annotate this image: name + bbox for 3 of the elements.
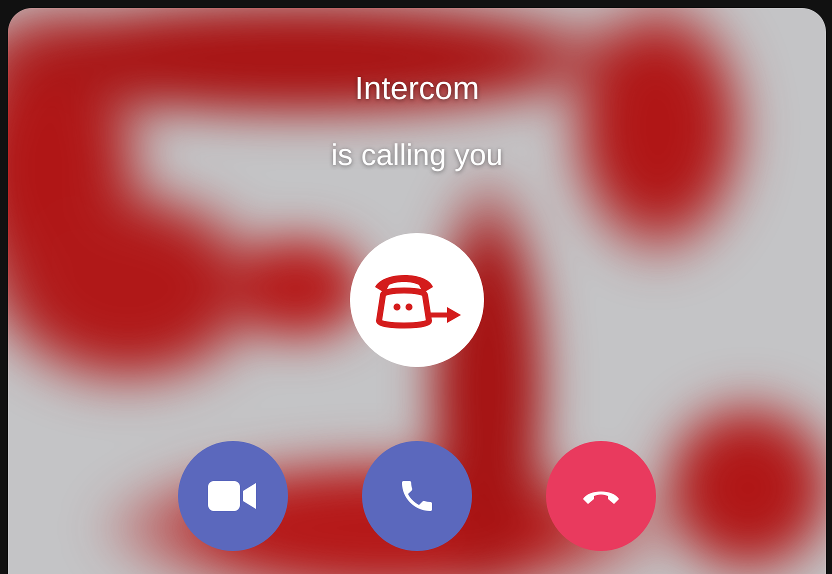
call-status: is calling you — [331, 139, 503, 173]
video-camera-icon — [208, 479, 258, 513]
caller-name: Intercom — [354, 70, 480, 107]
